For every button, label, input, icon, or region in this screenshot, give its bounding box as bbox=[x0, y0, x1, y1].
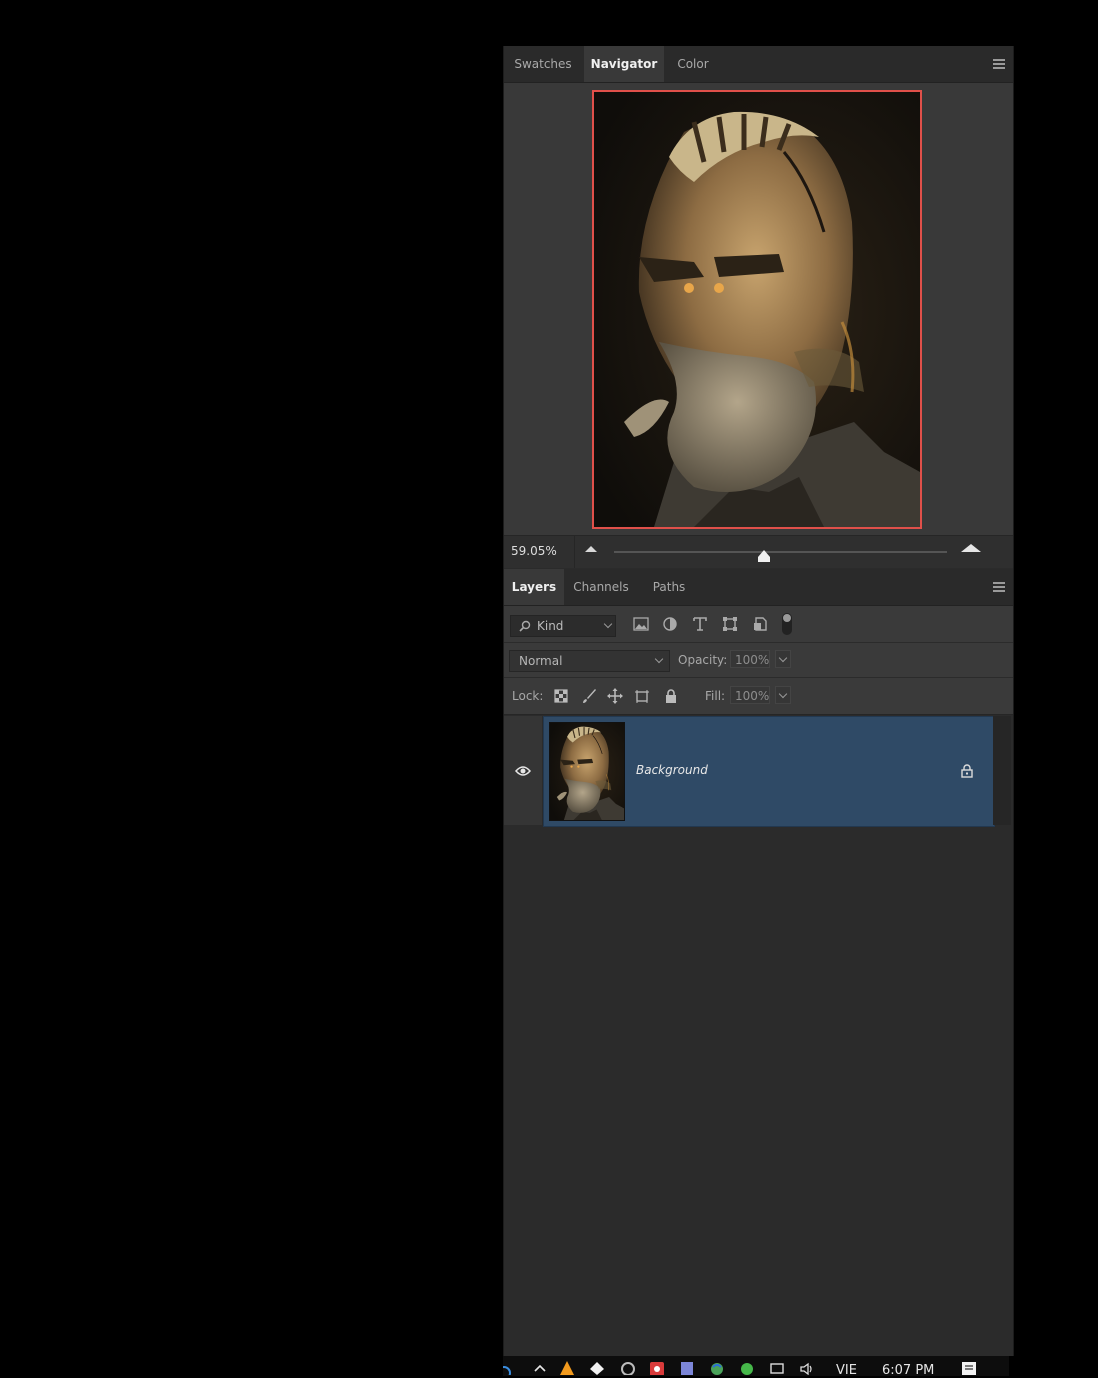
zoom-out-icon[interactable] bbox=[585, 546, 597, 552]
tray-app-red-icon[interactable] bbox=[649, 1359, 665, 1375]
adjustment-filter-icon[interactable] bbox=[661, 615, 679, 633]
pixel-filter-icon[interactable] bbox=[632, 615, 650, 633]
chevron-down-icon bbox=[778, 689, 788, 699]
chevron-down-icon bbox=[778, 653, 788, 663]
layer-filter-row: Kind bbox=[504, 606, 1013, 643]
tab-color[interactable]: Color bbox=[666, 46, 720, 82]
blend-opacity-row: Normal Opacity: 100% bbox=[504, 643, 1013, 678]
zoom-slider-track[interactable] bbox=[614, 551, 947, 553]
tab-swatches[interactable]: Swatches bbox=[504, 46, 582, 82]
divider bbox=[574, 536, 575, 568]
navigator-portrait-thumbnail bbox=[594, 92, 920, 527]
tray-app-gear-icon[interactable] bbox=[620, 1359, 636, 1375]
tab-navigator[interactable]: Navigator bbox=[584, 46, 664, 82]
opacity-dropdown[interactable] bbox=[775, 650, 791, 668]
layer-name[interactable]: Background bbox=[636, 763, 708, 777]
lock-fill-row: Lock: Fill: 100% bbox=[504, 678, 1013, 715]
navigator-body bbox=[504, 83, 1013, 535]
panel-menu-icon[interactable] bbox=[993, 582, 1005, 592]
blend-mode-value: Normal bbox=[519, 654, 563, 668]
panel-menu-icon[interactable] bbox=[993, 59, 1005, 69]
fill-dropdown[interactable] bbox=[775, 686, 791, 704]
navigator-panel-tabbar: Swatches Navigator Color bbox=[504, 46, 1013, 83]
tab-layers[interactable]: Layers bbox=[504, 569, 564, 605]
layer-thumbnail bbox=[549, 722, 625, 821]
navigator-zoom-bar: 59.05% bbox=[504, 535, 1013, 568]
layers-scrollbar[interactable] bbox=[993, 716, 1011, 825]
lock-artboard-icon[interactable] bbox=[634, 688, 650, 704]
smart-object-filter-icon[interactable] bbox=[751, 615, 769, 633]
lock-all-icon[interactable] bbox=[663, 688, 679, 704]
zoom-in-icon[interactable] bbox=[961, 544, 981, 552]
layers-panel-tabbar: Layers Channels Paths bbox=[504, 569, 1013, 606]
monitor-network-icon[interactable] bbox=[769, 1359, 785, 1375]
zoom-slider-thumb[interactable] bbox=[757, 550, 770, 562]
filter-kind-label: Kind bbox=[537, 619, 564, 633]
tray-app-orange-icon[interactable] bbox=[559, 1359, 575, 1375]
filter-kind-select[interactable]: Kind bbox=[510, 615, 616, 637]
chevron-down-icon bbox=[603, 619, 613, 629]
lock-position-icon[interactable] bbox=[607, 688, 623, 704]
layers-list: Background bbox=[504, 715, 1013, 1356]
layer-lock-icon[interactable] bbox=[960, 764, 974, 778]
fill-label: Fill: bbox=[705, 689, 726, 703]
opacity-label: Opacity: bbox=[678, 653, 728, 667]
lock-transparent-pixels-icon[interactable] bbox=[553, 688, 569, 704]
cortana-icon[interactable] bbox=[503, 1359, 519, 1375]
search-icon bbox=[519, 620, 531, 632]
layer-row-background[interactable]: Background bbox=[543, 716, 995, 827]
opacity-field[interactable]: 100% bbox=[730, 650, 770, 668]
tray-app-green-icon[interactable] bbox=[739, 1359, 755, 1375]
blend-mode-select[interactable]: Normal bbox=[509, 650, 670, 672]
action-center-icon[interactable] bbox=[961, 1359, 977, 1375]
zoom-level-field[interactable]: 59.05% bbox=[511, 544, 557, 558]
chevron-down-icon bbox=[654, 654, 664, 664]
tray-app-blue-icon[interactable] bbox=[679, 1359, 695, 1375]
show-hidden-icons-chevron-icon[interactable] bbox=[532, 1359, 548, 1375]
shape-filter-icon[interactable] bbox=[721, 615, 739, 633]
right-panel-dock: Swatches Navigator Color 59.05% Layers C… bbox=[503, 46, 1014, 1356]
layer-thumbnail-image bbox=[550, 723, 624, 820]
lock-image-pixels-icon[interactable] bbox=[581, 688, 597, 704]
filter-toggle-switch[interactable] bbox=[782, 613, 792, 635]
tray-app-white-icon[interactable] bbox=[589, 1359, 605, 1375]
tab-channels[interactable]: Channels bbox=[566, 569, 636, 605]
navigator-preview-image[interactable] bbox=[592, 90, 922, 529]
layer-visibility-toggle[interactable] bbox=[504, 716, 542, 825]
fill-field[interactable]: 100% bbox=[730, 686, 770, 704]
lock-label: Lock: bbox=[512, 689, 544, 703]
network-globe-icon[interactable] bbox=[709, 1359, 725, 1375]
tab-paths[interactable]: Paths bbox=[638, 569, 700, 605]
type-filter-icon[interactable] bbox=[691, 615, 709, 633]
volume-icon[interactable] bbox=[799, 1359, 815, 1375]
windows-taskbar: VIE 6:07 PM bbox=[503, 1356, 1009, 1378]
eye-icon bbox=[515, 766, 531, 776]
